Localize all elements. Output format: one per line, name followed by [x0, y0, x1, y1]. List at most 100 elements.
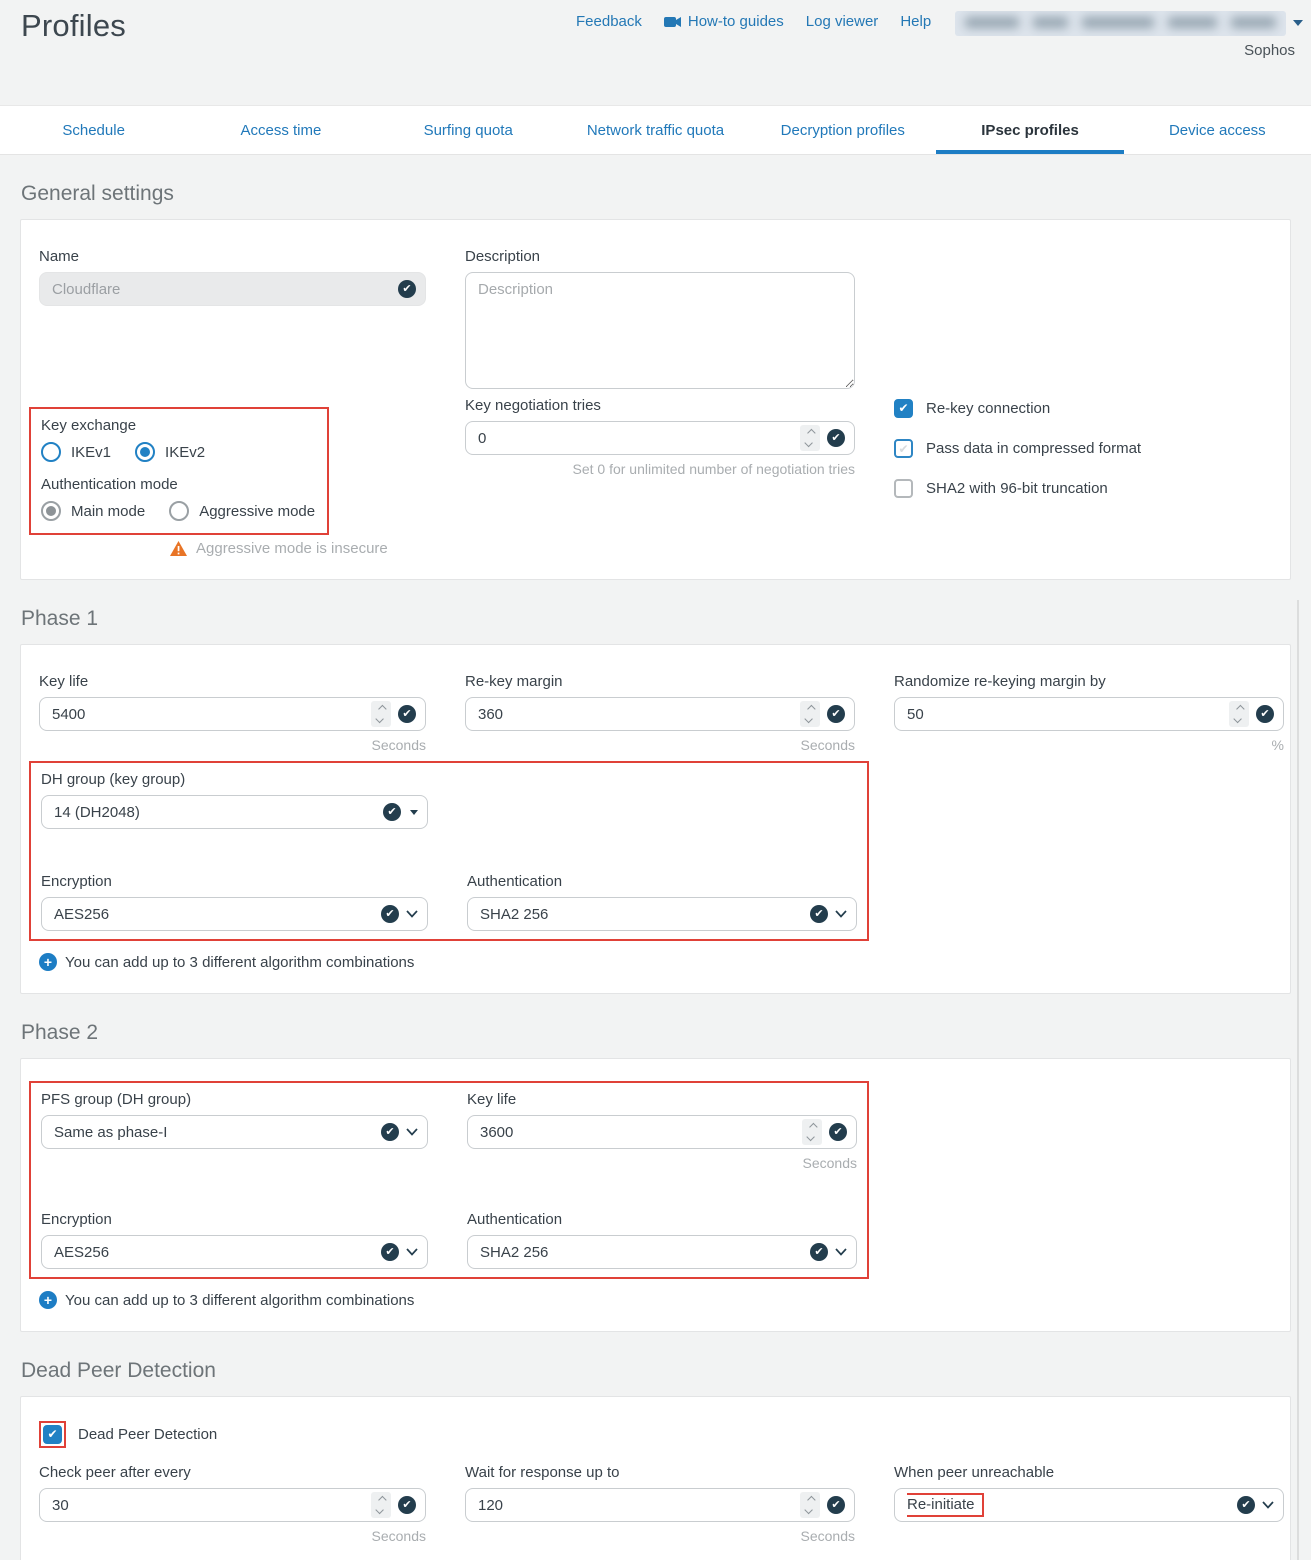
phase2-authentication-field: Authentication SHA2 256 ✔: [467, 1211, 857, 1269]
checkbox-disabled-icon: [894, 479, 913, 498]
phase2-add-combination-note: + You can add up to 3 different algorith…: [39, 1291, 1272, 1309]
checkbox-rekey-connection[interactable]: ✔ Re-key connection: [894, 399, 1284, 418]
annotation-box-reinitiate: Re-initiate: [907, 1493, 984, 1517]
number-stepper[interactable]: [371, 1492, 391, 1518]
name-label: Name: [39, 248, 426, 265]
howto-guides-link[interactable]: How-to guides: [664, 13, 784, 30]
number-stepper[interactable]: [800, 701, 820, 727]
brand-label: Sophos: [1244, 42, 1295, 59]
radio-disabled-icon: [169, 501, 189, 521]
dpd-checkbox-checked-icon[interactable]: ✔: [43, 1425, 62, 1444]
phase1-randomize-input[interactable]: 50 ✔: [894, 697, 1284, 731]
account-selector[interactable]: [955, 11, 1286, 36]
phase2-heading: Phase 2: [21, 1021, 1291, 1045]
dpd-check-peer-field: Check peer after every 30 ✔ Seconds: [39, 1464, 426, 1544]
phase1-dh-group-select[interactable]: 14 (DH2048) ✔: [41, 795, 428, 829]
dpd-wait-response-field: Wait for response up to 120 ✔ Seconds: [465, 1464, 855, 1544]
phase1-rekey-margin-input[interactable]: 360 ✔: [465, 697, 855, 731]
radio-selected-icon[interactable]: [135, 442, 155, 462]
add-icon[interactable]: +: [39, 953, 57, 971]
phase1-card: Key life 5400 ✔ Seconds Re-key margin 36…: [20, 644, 1291, 994]
chevron-down-icon: [406, 1248, 418, 1256]
dpd-when-unreachable-field: When peer unreachable Re-initiate ✔: [894, 1464, 1284, 1522]
dropdown-caret-icon: [410, 810, 418, 815]
phase2-pfs-group-field: PFS group (DH group) Same as phase-I ✔: [41, 1091, 428, 1149]
phase2-pfs-group-select[interactable]: Same as phase-I ✔: [41, 1115, 428, 1149]
chevron-down-icon: [835, 910, 847, 918]
feedback-link[interactable]: Feedback: [576, 13, 642, 30]
general-settings-card: Name Cloudflare ✔ Description Key exchan…: [20, 219, 1291, 580]
aggressive-mode-warning: Aggressive mode is insecure: [169, 540, 426, 557]
tab-ipsec-profiles[interactable]: IPsec profiles: [936, 106, 1123, 154]
add-icon[interactable]: +: [39, 1291, 57, 1309]
annotation-box-phase2-algorithms: PFS group (DH group) Same as phase-I ✔ K…: [29, 1081, 869, 1279]
tab-surfing-quota[interactable]: Surfing quota: [375, 106, 562, 154]
warning-icon: [169, 540, 188, 557]
valid-check-icon: ✔: [381, 1243, 399, 1261]
phase1-authentication-select[interactable]: SHA2 256 ✔: [467, 897, 857, 931]
valid-check-icon: ✔: [1256, 705, 1274, 723]
radio-option-main-mode: Main mode: [41, 501, 145, 521]
dpd-check-peer-input[interactable]: 30 ✔: [39, 1488, 426, 1522]
phase1-authentication-field: Authentication SHA2 256 ✔: [467, 873, 857, 931]
chevron-down-icon: [406, 1128, 418, 1136]
radio-icon[interactable]: [41, 442, 61, 462]
radio-option-ikev1[interactable]: IKEv1: [41, 442, 111, 462]
radio-option-aggressive-mode: Aggressive mode: [169, 501, 315, 521]
valid-check-icon: ✔: [398, 705, 416, 723]
chevron-down-icon: [406, 910, 418, 918]
tab-schedule[interactable]: Schedule: [0, 106, 187, 154]
phase1-key-life-input[interactable]: 5400 ✔: [39, 697, 426, 731]
description-input[interactable]: [465, 272, 855, 389]
phase2-encryption-select[interactable]: AES256 ✔: [41, 1235, 428, 1269]
phase1-rekey-margin-field: Re-key margin 360 ✔ Seconds: [465, 673, 855, 753]
valid-check-icon: ✔: [383, 803, 401, 821]
dpd-heading: Dead Peer Detection: [21, 1359, 1291, 1383]
redacted-text: [955, 11, 1286, 34]
tab-device-access[interactable]: Device access: [1124, 106, 1311, 154]
tab-decryption-profiles[interactable]: Decryption profiles: [749, 106, 936, 154]
radio-option-ikev2[interactable]: IKEv2: [135, 442, 205, 462]
key-negotiation-label: Key negotiation tries: [465, 397, 855, 414]
number-stepper[interactable]: [800, 425, 820, 451]
phase1-add-combination-note: + You can add up to 3 different algorith…: [39, 953, 1272, 971]
phase1-encryption-field: Encryption AES256 ✔: [41, 873, 428, 931]
valid-check-icon: ✔: [381, 905, 399, 923]
number-stepper[interactable]: [800, 1492, 820, 1518]
header-links: Feedback How-to guides Log viewer Help: [576, 13, 931, 30]
page-header: Profiles Feedback How-to guides Log view…: [0, 0, 1311, 105]
checkbox-pass-data-compressed[interactable]: ✔ Pass data in compressed format: [894, 439, 1284, 458]
dpd-when-unreachable-select[interactable]: Re-initiate ✔: [894, 1488, 1284, 1522]
phase1-dh-group-field: DH group (key group) 14 (DH2048) ✔: [41, 771, 428, 829]
dpd-wait-response-input[interactable]: 120 ✔: [465, 1488, 855, 1522]
number-stepper[interactable]: [371, 701, 391, 727]
phase1-heading: Phase 1: [21, 607, 1291, 631]
dpd-enable-label: Dead Peer Detection: [78, 1426, 217, 1443]
key-negotiation-input[interactable]: 0 ✔: [465, 421, 855, 455]
chevron-down-icon: [835, 1248, 847, 1256]
description-label: Description: [465, 248, 855, 265]
checkbox-checked-icon[interactable]: ✔: [894, 399, 913, 418]
page-title: Profiles: [21, 8, 126, 44]
valid-check-icon: ✔: [1237, 1496, 1255, 1514]
tab-network-traffic-quota[interactable]: Network traffic quota: [562, 106, 749, 154]
name-input: Cloudflare ✔: [39, 272, 426, 306]
scrollbar[interactable]: [1297, 600, 1299, 1560]
tab-bar: Schedule Access time Surfing quota Netwo…: [0, 105, 1311, 155]
valid-check-icon: ✔: [829, 1123, 847, 1141]
chevron-down-icon[interactable]: [1293, 20, 1303, 26]
key-exchange-label: Key exchange: [41, 417, 323, 434]
phase1-key-life-field: Key life 5400 ✔ Seconds: [39, 673, 426, 753]
phase2-card: PFS group (DH group) Same as phase-I ✔ K…: [20, 1058, 1291, 1332]
checkbox-unchecked-icon[interactable]: ✔: [894, 439, 913, 458]
phase2-key-life-input[interactable]: 3600 ✔: [467, 1115, 857, 1149]
valid-check-icon: ✔: [827, 705, 845, 723]
number-stepper[interactable]: [802, 1119, 822, 1145]
log-viewer-link[interactable]: Log viewer: [806, 13, 879, 30]
tab-access-time[interactable]: Access time: [187, 106, 374, 154]
phase2-key-life-field: Key life 3600 ✔ Seconds: [467, 1091, 857, 1171]
phase2-authentication-select[interactable]: SHA2 256 ✔: [467, 1235, 857, 1269]
help-link[interactable]: Help: [900, 13, 931, 30]
number-stepper[interactable]: [1229, 701, 1249, 727]
phase1-encryption-select[interactable]: AES256 ✔: [41, 897, 428, 931]
